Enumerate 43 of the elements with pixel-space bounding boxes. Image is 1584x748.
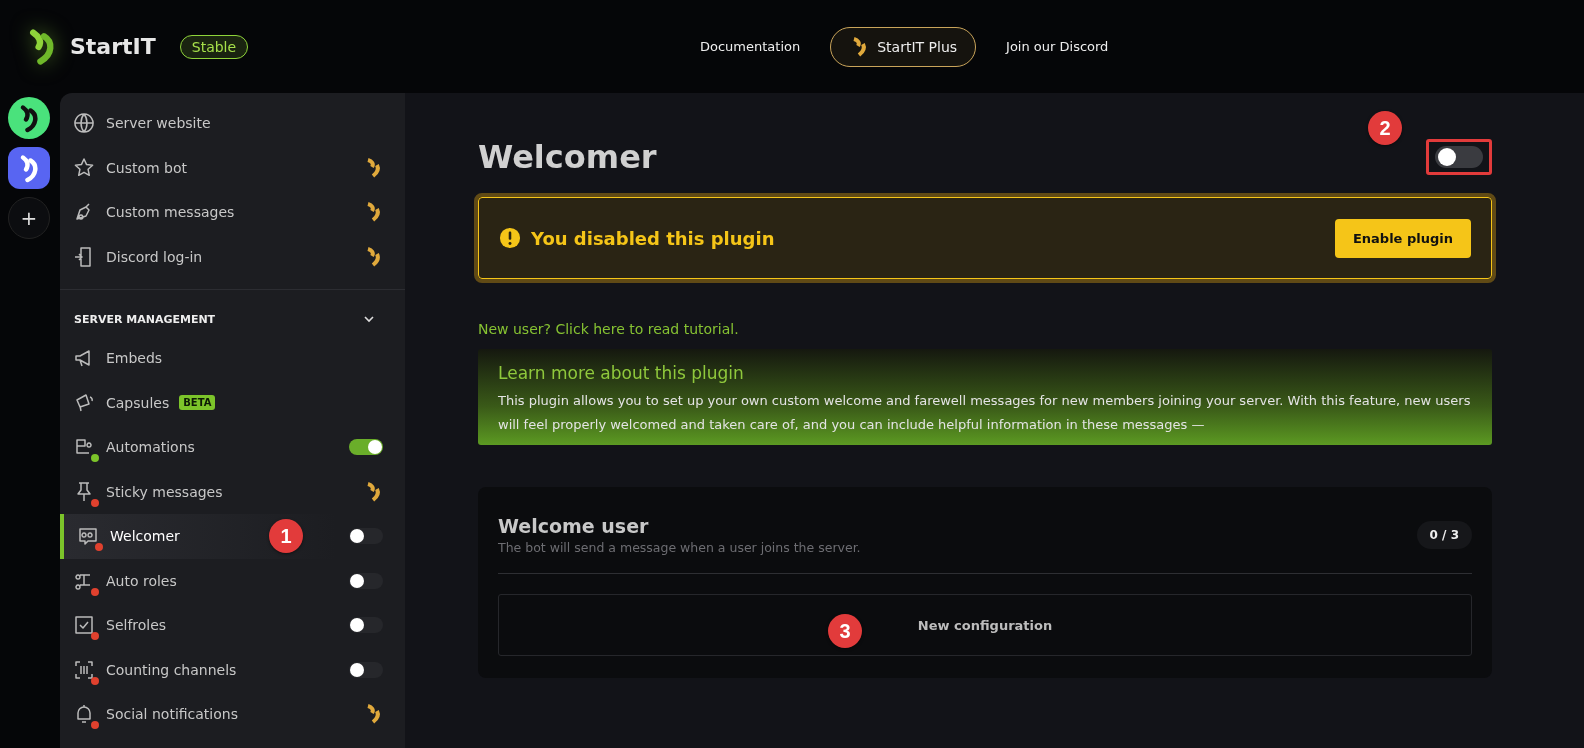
tutorial-link[interactable]: New user? Click here to read tutorial. — [478, 321, 1492, 337]
page-title: Welcomer — [478, 138, 657, 176]
toggle-switch[interactable] — [349, 528, 383, 545]
sidebar-item[interactable]: Custom messages — [60, 190, 405, 235]
annotation-marker: 3 — [828, 614, 862, 648]
nav-link[interactable]: Join our Discord — [1006, 39, 1109, 54]
info-text: This plugin allows you to set up your own custom welcome and farewell messages for new members joining your server. With this feature, new users will feel properly welcomed and taken care of, and you can include helpful information in these messages — — [498, 392, 1472, 434]
enable-plugin-button[interactable]: Enable plugin — [1334, 218, 1471, 258]
sidebar-item[interactable]: Selfroles — [60, 603, 405, 648]
beta-badge: BETA — [179, 395, 216, 411]
toggle-switch[interactable] — [349, 661, 383, 678]
server-icon[interactable] — [8, 97, 50, 139]
sidebar-item[interactable]: Discord log-in — [60, 234, 405, 279]
sidebar-item[interactable]: Embeds — [60, 336, 405, 381]
sidebar-item[interactable]: Custom bot — [60, 145, 405, 190]
plugin-toggle[interactable] — [1435, 146, 1483, 168]
nav-link[interactable]: Documentation — [700, 39, 801, 54]
sidebar-item[interactable]: Capsules BETA — [60, 380, 405, 425]
sidebar-item[interactable]: Automations — [60, 425, 405, 470]
plus-button[interactable]: StartIT Plus — [830, 26, 977, 67]
sidebar-item[interactable]: Sticky messages — [60, 469, 405, 514]
sidebar-item[interactable]: Counting channels — [60, 647, 405, 692]
section-title: SERVER MANAGEMENT — [74, 312, 216, 326]
sidebar-item[interactable]: Server website — [60, 101, 405, 146]
annotation-marker: 1 — [269, 519, 303, 554]
sidebar-item[interactable]: Auto roles — [60, 558, 405, 603]
annotation-marker: 2 — [1368, 111, 1402, 145]
brand-name: StartIT — [70, 34, 156, 59]
count-badge: 0 / 3 — [1416, 521, 1472, 549]
toggle-switch[interactable] — [349, 617, 383, 634]
card-title: Welcome user — [498, 515, 650, 537]
toggle-switch[interactable] — [349, 439, 383, 456]
alert-message: You disabled this plugin — [531, 227, 775, 249]
item-icon — [72, 111, 96, 136]
channel-badge: Stable — [179, 34, 249, 59]
card-subtitle: The bot will send a message when a user joins the server. — [498, 540, 861, 555]
warning-icon — [499, 227, 521, 249]
add-server-button[interactable]: + — [8, 197, 50, 239]
sidebar-item[interactable]: Social notifications — [60, 692, 405, 737]
server-icon[interactable] — [8, 147, 50, 189]
info-title: Learn more about this plugin — [498, 363, 745, 383]
toggle-switch[interactable] — [349, 572, 383, 589]
chevron-icon[interactable] — [363, 313, 375, 325]
